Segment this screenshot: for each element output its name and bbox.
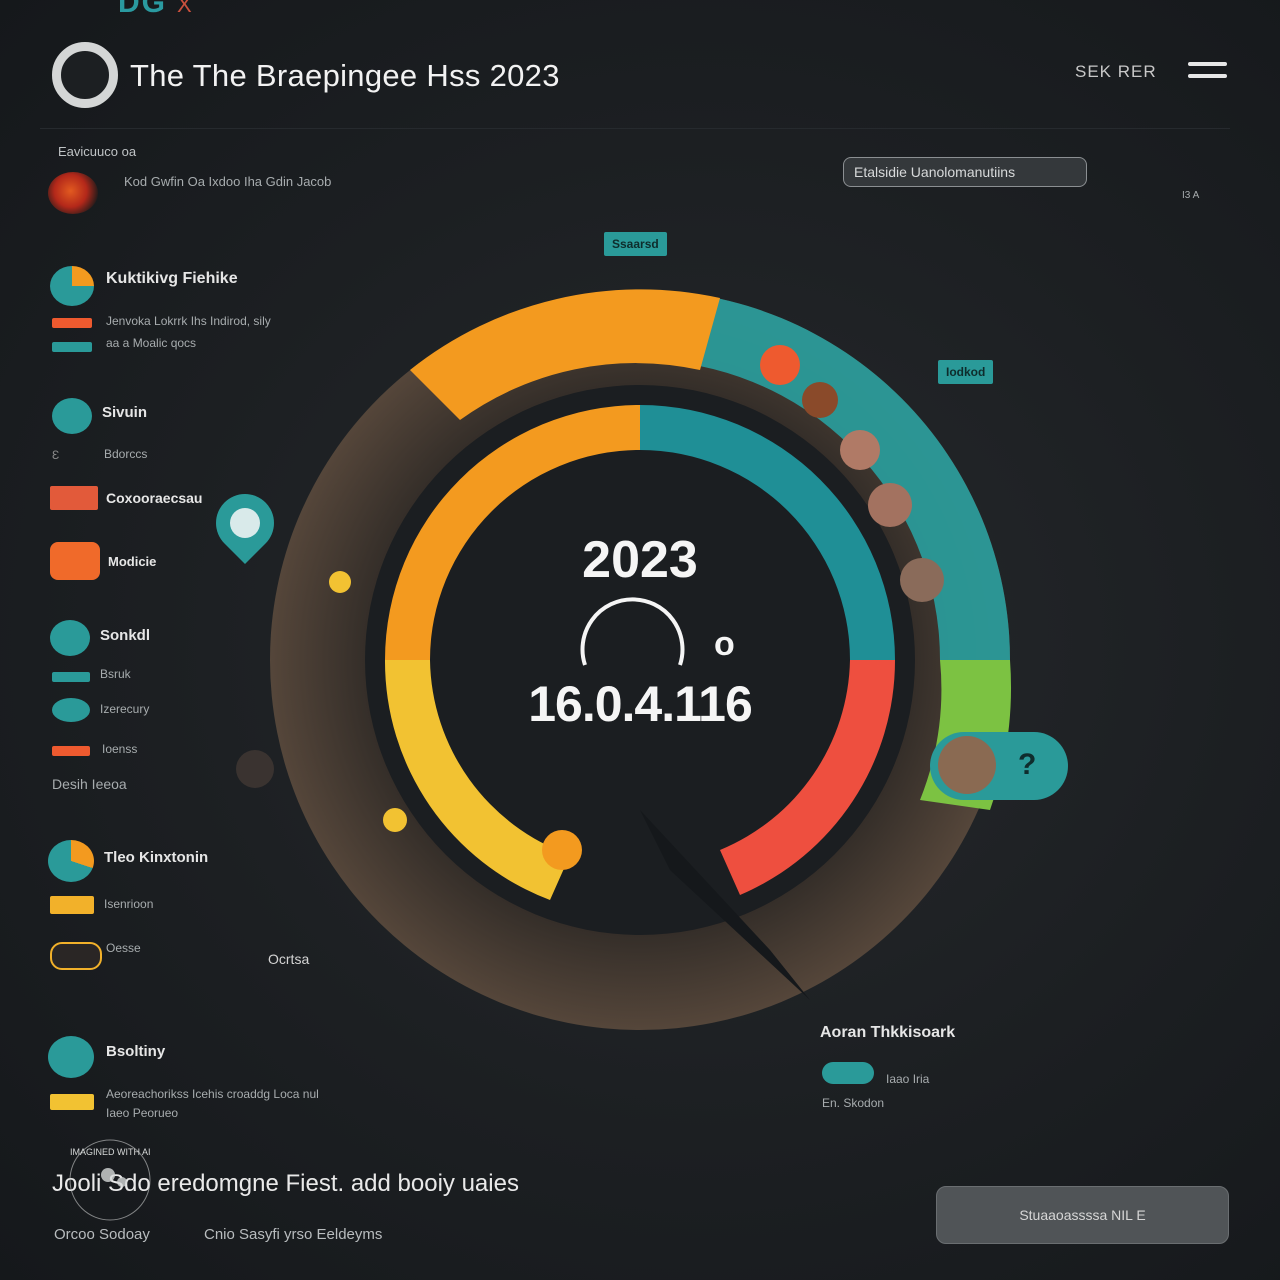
- yellow-chip-icon: [50, 1094, 94, 1110]
- chart-badge-icon: [50, 266, 94, 306]
- info-sub: En. Skodon: [822, 1096, 885, 1110]
- chart-badge-icon: [48, 840, 94, 882]
- orange-photo-dot: [760, 345, 800, 385]
- sidebar-item-sub: Ioenss: [102, 742, 138, 756]
- center-year: 2023: [582, 531, 698, 589]
- sidebar-item-label[interactable]: Modicie: [108, 554, 156, 569]
- top-tag-badge[interactable]: Ssaarsd: [604, 232, 667, 256]
- cta-button[interactable]: Stuaaoassssa NIL E: [936, 1186, 1229, 1244]
- sidebar-item-label[interactable]: Coxooraecsau: [106, 490, 202, 506]
- sidebar-item-label[interactable]: Kuktikivg Fiehike: [106, 270, 238, 288]
- small-tag-icon: Ɛ: [52, 448, 60, 462]
- footer-sub: Cnio Sasyfi yrso Eeldeyms: [204, 1226, 383, 1243]
- ring-label: Ocrtsa: [268, 951, 310, 967]
- yellow-dot: [329, 571, 351, 593]
- yellow-dot: [383, 808, 407, 832]
- sidebar-item-label[interactable]: Bsoltiny: [106, 1043, 165, 1060]
- teal-chip-icon: [52, 342, 92, 352]
- svg-text:IMAGINED WITH AI: IMAGINED WITH AI: [70, 1147, 151, 1157]
- top-fragment-text: DG X: [118, 0, 194, 19]
- small-character-icon: [236, 750, 274, 788]
- info-sub: Iaao Iria: [886, 1072, 930, 1086]
- sidebar-item-sub: Isenrioon: [104, 897, 154, 911]
- app-logo-ring[interactable]: [52, 42, 118, 108]
- header-divider: [40, 128, 1230, 129]
- center-o-symbol: o: [714, 625, 735, 663]
- sidebar-item-label[interactable]: Sonkdl: [100, 627, 150, 644]
- photo-dot: [900, 558, 944, 602]
- sidebar-section-label: Eavicuuco oa: [58, 144, 137, 159]
- red-badge-icon: [50, 486, 98, 510]
- yellow-badge-icon: [50, 896, 94, 914]
- sidebar-item-sub: Iaeo Peorueo: [106, 1106, 179, 1120]
- pill-shape-icon: [50, 942, 102, 970]
- photo-dot: [802, 382, 838, 418]
- sidebar-item-sub: Izerecury: [100, 702, 150, 716]
- info-title: Aoran Thkkisoark: [820, 1024, 956, 1041]
- sidebar-item-sub: Jenvoka Lokrrk Ihs Indirod, sily: [106, 314, 271, 328]
- filter-pill-button[interactable]: Etalsidie Uanolomanutiins: [843, 157, 1087, 187]
- orange-dot: [542, 830, 582, 870]
- teal-toggle-icon[interactable]: [822, 1062, 874, 1084]
- ai-watermark-icon: IMAGINED WITH AI: [69, 1139, 151, 1221]
- sidebar-item-label[interactable]: Sivuin: [102, 404, 147, 421]
- sidebar-intro-text: Kod Gwfin Oa Ixdoo Iha Gdin Jacob: [124, 174, 332, 189]
- photo-dot: [868, 483, 912, 527]
- header-right-link[interactable]: SEK RER: [1075, 62, 1157, 82]
- teal-chip-icon: [52, 672, 90, 682]
- menu-hamburger-icon[interactable]: [1188, 62, 1228, 82]
- marker-center-icon: [230, 508, 260, 538]
- fire-avatar-icon: [48, 172, 98, 214]
- sidebar-item-sub: Oesse: [106, 941, 141, 955]
- small-label: I3 A: [1182, 190, 1200, 201]
- photo-dot: [840, 430, 880, 470]
- sidebar-item-sub: aa a Moalic qocs: [106, 336, 197, 350]
- sidebar-item-sub: Aeoreachorikss Icehis croaddg Loca nul: [106, 1087, 319, 1101]
- sidebar-item-sub: Desih Ieeoa: [52, 776, 127, 792]
- center-value: 16.0.4.116: [528, 676, 753, 732]
- inner-disk: [365, 385, 915, 935]
- question-icon: ?: [1018, 748, 1037, 781]
- eye-icon: [52, 698, 90, 722]
- teal-bubble-icon: [52, 398, 92, 434]
- page-title: The The Braepingee Hss 2023: [130, 58, 560, 93]
- sidebar-item-label[interactable]: Tleo Kinxtonin: [104, 849, 208, 866]
- sidebar-item-sub: Bsruk: [100, 667, 131, 681]
- game-controller-icon: [50, 542, 100, 580]
- orange-chip-icon: [52, 318, 92, 328]
- orange-chip-icon: [52, 746, 90, 756]
- central-ring-graphic: [270, 289, 1011, 1030]
- sidebar-item-sub: Bdorccs: [104, 447, 148, 461]
- check-circle-icon: [48, 1036, 94, 1078]
- toggle-knob-avatar: [938, 736, 996, 794]
- teal-bubble-icon: [50, 620, 90, 656]
